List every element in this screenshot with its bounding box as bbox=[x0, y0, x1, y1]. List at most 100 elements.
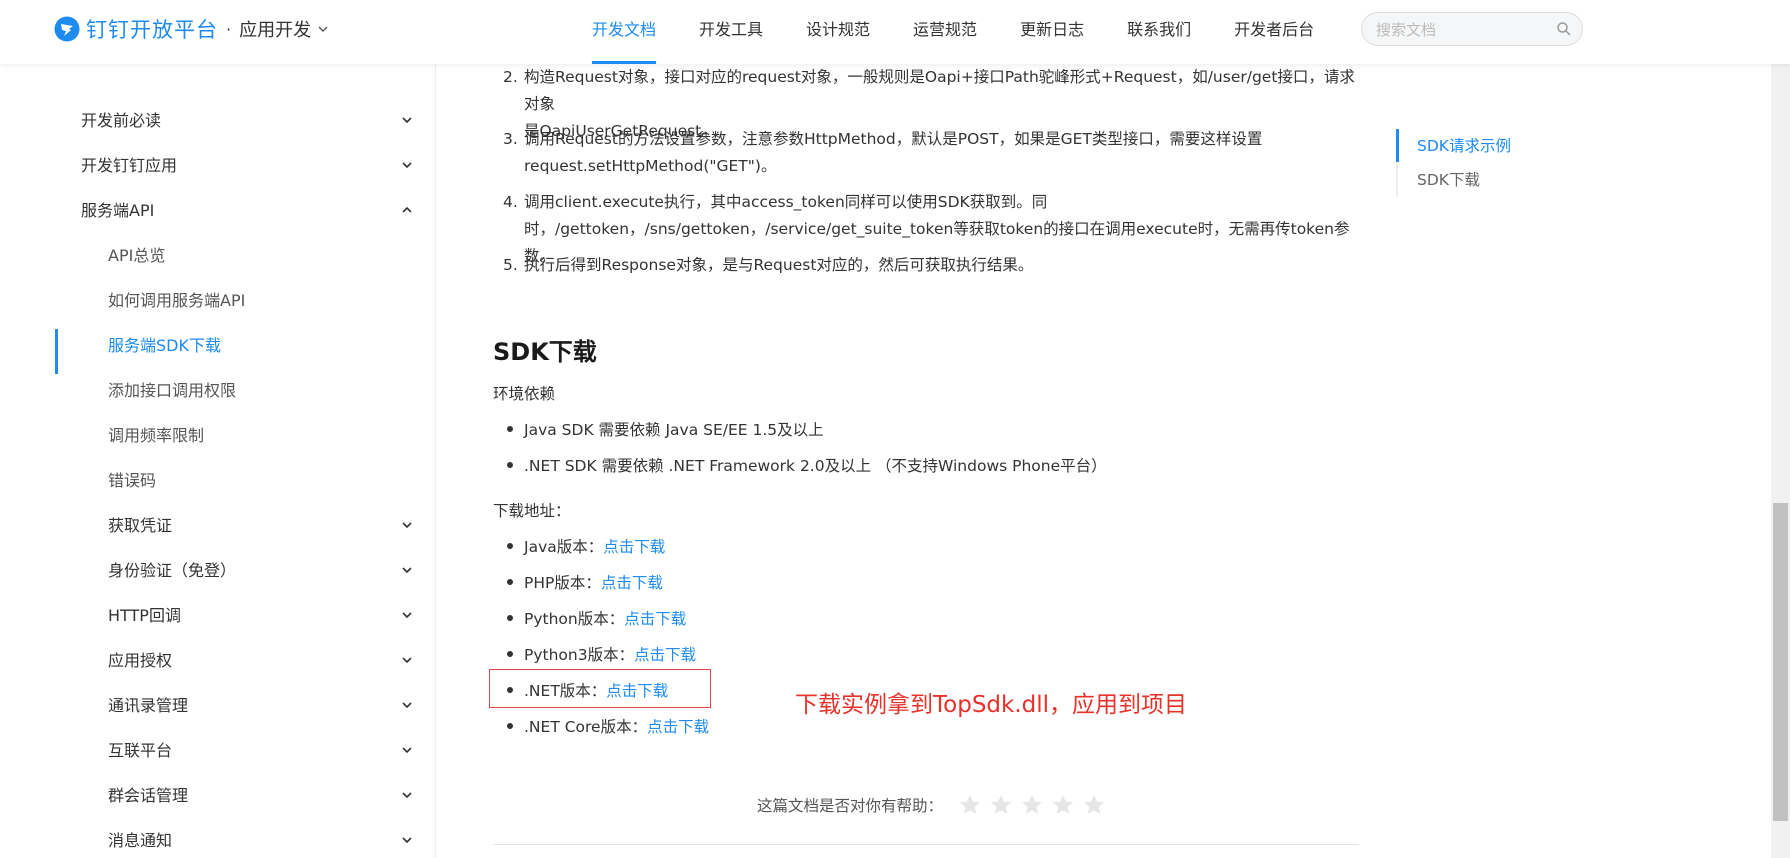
sidebar-item-label: 如何调用服务端API bbox=[108, 291, 246, 310]
scrollbar-thumb[interactable] bbox=[1773, 503, 1788, 821]
sidebar-item-api-overview[interactable]: API总览 bbox=[55, 233, 425, 278]
sidebar-item-auth[interactable]: 身份验证（免登） bbox=[55, 548, 425, 593]
env-item-java: Java SDK 需要依赖 Java SE/EE 1.5及以上 bbox=[524, 421, 824, 439]
doc-content: 2. 构造Request对象，接口对应的request对象，一般规则是Oapi+… bbox=[489, 64, 1363, 858]
star-icon[interactable] bbox=[958, 793, 982, 817]
list-item: .NET Core版本：点击下载 bbox=[507, 715, 709, 737]
nav-ops-spec[interactable]: 运营规范 bbox=[913, 0, 977, 64]
dingtalk-logo-icon bbox=[54, 16, 80, 42]
nav-changelog[interactable]: 更新日志 bbox=[1020, 0, 1084, 64]
sidebar-item-label: 应用授权 bbox=[108, 651, 173, 670]
sidebar-item-label: 开发前必读 bbox=[81, 111, 162, 130]
download-link-java[interactable]: 点击下载 bbox=[603, 538, 665, 556]
chevron-down-icon bbox=[402, 162, 412, 169]
step-text: 调用Request的方法设置参数，注意参数HttpMethod，默认是POST，… bbox=[524, 130, 1263, 148]
sidebar-item-label: 开发钉钉应用 bbox=[81, 156, 178, 175]
sidebar-item-notifications[interactable]: 消息通知 bbox=[55, 818, 425, 858]
feedback-rating: 这篇文档是否对你有帮助： bbox=[757, 793, 1106, 817]
step-number: 4. bbox=[503, 193, 518, 211]
chevron-up-icon bbox=[402, 206, 412, 213]
search-icon[interactable] bbox=[1556, 21, 1572, 37]
sidebar: 开发前必读 开发钉钉应用 服务端API API总览 如何调用服务端API 服务端… bbox=[55, 64, 436, 858]
nav-dev-docs[interactable]: 开发文档 bbox=[592, 0, 657, 64]
sidebar-item-label: 调用频率限制 bbox=[108, 426, 205, 445]
list-item: PHP版本：点击下载 bbox=[507, 571, 663, 593]
sidebar-item-permissions[interactable]: 添加接口调用权限 bbox=[55, 368, 425, 413]
step-number: 3. bbox=[503, 130, 518, 148]
env-label: 环境依赖 bbox=[493, 385, 556, 403]
sidebar-item-how-to-call[interactable]: 如何调用服务端API bbox=[55, 278, 425, 323]
search-input[interactable] bbox=[1374, 19, 1548, 41]
main-nav: 开发文档 开发工具 设计规范 运营规范 更新日志 联系我们 开发者后台 bbox=[592, 0, 1357, 64]
sidebar-item-app-auth[interactable]: 应用授权 bbox=[55, 638, 425, 683]
chevron-down-icon bbox=[402, 837, 412, 844]
sidebar-item-label: 通讯录管理 bbox=[108, 696, 189, 715]
sidebar-item-interconnect[interactable]: 互联平台 bbox=[55, 728, 425, 773]
star-icon[interactable] bbox=[1082, 793, 1106, 817]
download-label-php: PHP版本： bbox=[524, 574, 601, 592]
sidebar-item-before-dev[interactable]: 开发前必读 bbox=[55, 98, 425, 143]
list-item: Python版本：点击下载 bbox=[507, 607, 686, 629]
download-link-php[interactable]: 点击下载 bbox=[601, 574, 663, 592]
download-label-java: Java版本： bbox=[524, 538, 604, 556]
download-link-dotnet-core[interactable]: 点击下载 bbox=[647, 718, 709, 736]
nav-design-spec[interactable]: 设计规范 bbox=[806, 0, 870, 64]
list-item: Java SDK 需要依赖 Java SE/EE 1.5及以上 bbox=[507, 418, 824, 440]
sidebar-item-dev-apps[interactable]: 开发钉钉应用 bbox=[55, 143, 425, 188]
toc-track bbox=[1396, 129, 1399, 197]
sidebar-item-http-callback[interactable]: HTTP回调 bbox=[55, 593, 425, 638]
toc-item-sdk-example[interactable]: SDK请求示例 bbox=[1417, 134, 1511, 156]
top-navbar: 钉钉开放平台 · 应用开发 开发文档 开发工具 设计规范 运营规范 更新日志 联… bbox=[0, 0, 1790, 64]
sidebar-item-label: 互联平台 bbox=[108, 741, 173, 760]
brand-name: 钉钉开放平台 bbox=[86, 18, 218, 42]
list-item: .NET SDK 需要依赖 .NET Framework 2.0及以上 （不支持… bbox=[507, 454, 1107, 476]
step-text: 执行后得到Response对象，是与Request对应的，然后可获取执行结果。 bbox=[524, 256, 1034, 274]
step-number: 2. bbox=[503, 68, 518, 86]
sidebar-item-credentials[interactable]: 获取凭证 bbox=[55, 503, 425, 548]
annotation-text: 下载实例拿到TopSdk.dll，应用到项目 bbox=[795, 692, 1188, 718]
brand-separator: · bbox=[226, 19, 232, 39]
sidebar-item-label: 身份验证（免登） bbox=[108, 561, 237, 580]
list-item: Java版本：点击下载 bbox=[507, 535, 665, 557]
search-box[interactable] bbox=[1361, 12, 1583, 46]
sidebar-item-rate-limit[interactable]: 调用频率限制 bbox=[55, 413, 425, 458]
sidebar-item-label: HTTP回调 bbox=[108, 606, 181, 625]
step-number: 5. bbox=[503, 256, 518, 274]
chevron-down-icon[interactable] bbox=[317, 23, 329, 35]
download-link-python[interactable]: 点击下载 bbox=[624, 610, 686, 628]
sidebar-item-label: 群会话管理 bbox=[108, 786, 189, 805]
brand[interactable]: 钉钉开放平台 · 应用开发 bbox=[54, 14, 329, 44]
download-link-python3[interactable]: 点击下载 bbox=[634, 646, 696, 664]
toc-item-sdk-download[interactable]: SDK下载 bbox=[1417, 168, 1480, 190]
step-text: request.setHttpMethod("GET")。 bbox=[524, 157, 777, 175]
sidebar-item-label: 消息通知 bbox=[108, 831, 173, 850]
sidebar-item-contacts[interactable]: 通讯录管理 bbox=[55, 683, 425, 728]
section-heading-sdk-download: SDK下载 bbox=[493, 338, 597, 366]
star-icon[interactable] bbox=[1020, 793, 1044, 817]
sidebar-item-server-api[interactable]: 服务端API bbox=[55, 188, 425, 233]
chevron-down-icon bbox=[402, 522, 412, 529]
nav-dev-tools[interactable]: 开发工具 bbox=[699, 0, 763, 64]
feedback-question: 这篇文档是否对你有帮助： bbox=[757, 797, 944, 815]
divider bbox=[493, 844, 1359, 845]
list-item: Python3版本：点击下载 bbox=[507, 643, 696, 665]
toc-active-indicator bbox=[1396, 129, 1399, 162]
section-switcher[interactable]: 应用开发 bbox=[239, 16, 311, 42]
star-icon[interactable] bbox=[989, 793, 1013, 817]
sidebar-item-group-chat[interactable]: 群会话管理 bbox=[55, 773, 425, 818]
highlight-box bbox=[489, 669, 711, 708]
download-label-dotnet-core: .NET Core版本： bbox=[524, 718, 648, 736]
chevron-down-icon bbox=[402, 117, 412, 124]
chevron-down-icon bbox=[402, 657, 412, 664]
sidebar-item-label: 获取凭证 bbox=[108, 516, 173, 535]
step-text: 调用client.execute执行，其中access_token同样可以使用S… bbox=[524, 193, 1048, 211]
nav-dev-console[interactable]: 开发者后台 bbox=[1234, 0, 1314, 64]
star-icon[interactable] bbox=[1051, 793, 1075, 817]
sidebar-item-error-codes[interactable]: 错误码 bbox=[55, 458, 425, 503]
sidebar-item-label: 服务端SDK下载 bbox=[108, 336, 221, 355]
sidebar-item-sdk-download[interactable]: 服务端SDK下载 bbox=[55, 323, 425, 374]
sidebar-item-label: 服务端API bbox=[81, 201, 155, 220]
nav-contact[interactable]: 联系我们 bbox=[1127, 0, 1191, 64]
download-label-python3: Python3版本： bbox=[524, 646, 635, 664]
download-label: 下载地址： bbox=[493, 502, 571, 520]
